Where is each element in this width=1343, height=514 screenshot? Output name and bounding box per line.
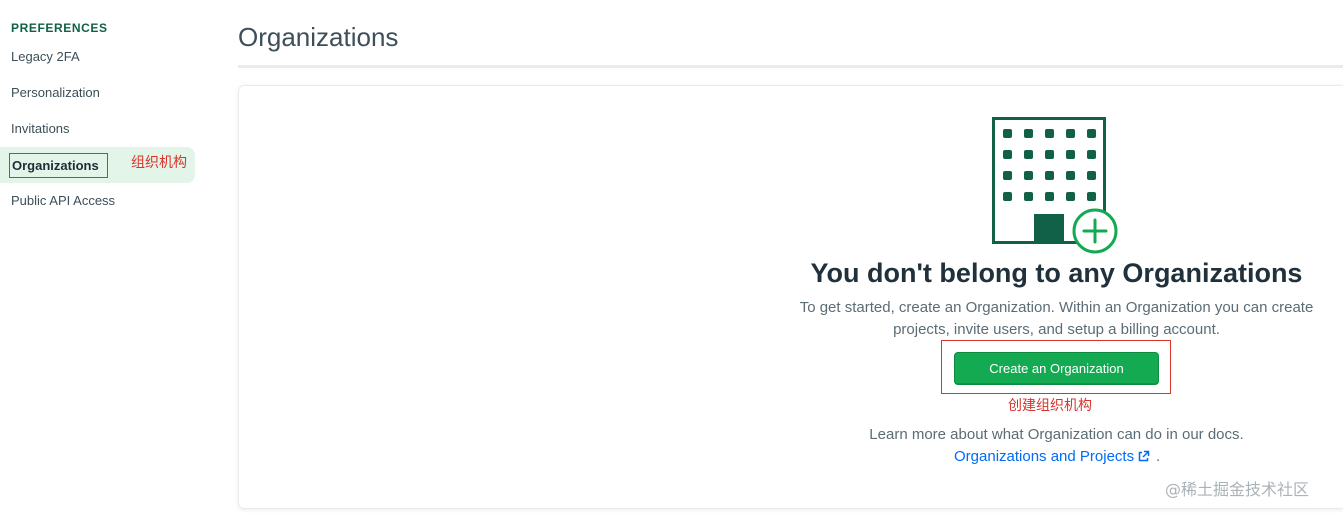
sidebar-item-label: Organizations [12, 158, 99, 173]
sidebar-item-organizations[interactable]: Organizations [9, 153, 108, 178]
title-divider [238, 65, 1343, 68]
create-organization-button[interactable]: Create an Organization [954, 352, 1159, 385]
docs-link-period: . [1156, 448, 1161, 465]
organizations-annotation: 组织机构 [131, 155, 187, 171]
sidebar-item-legacy-2fa[interactable]: Legacy 2FA [11, 49, 80, 65]
sidebar-item-personalization[interactable]: Personalization [11, 85, 100, 101]
page-title: Organizations [238, 22, 399, 52]
preferences-heading: PREFERENCES [11, 21, 108, 35]
watermark: @稀土掘金技术社区 [1165, 480, 1310, 499]
sidebar-item-invitations[interactable]: Invitations [11, 121, 70, 137]
create-organization-annotation: 创建组织机构 [1008, 398, 1092, 414]
empty-state-description: To get started, create an Organization. … [799, 299, 1314, 338]
building-plus-icon [992, 117, 1118, 254]
sidebar: PREFERENCES Legacy 2FA Personalization I… [0, 0, 200, 514]
docs-link-label: Organizations and Projects [954, 448, 1135, 465]
learn-more-text: Learn more about what Organization can d… [869, 426, 1244, 443]
external-link-icon [1138, 450, 1150, 462]
sidebar-item-public-api-access[interactable]: Public API Access [11, 193, 115, 209]
organizations-and-projects-link[interactable]: Organizations and Projects [954, 448, 1150, 465]
empty-state-title: You don't belong to any Organizations [810, 258, 1303, 288]
